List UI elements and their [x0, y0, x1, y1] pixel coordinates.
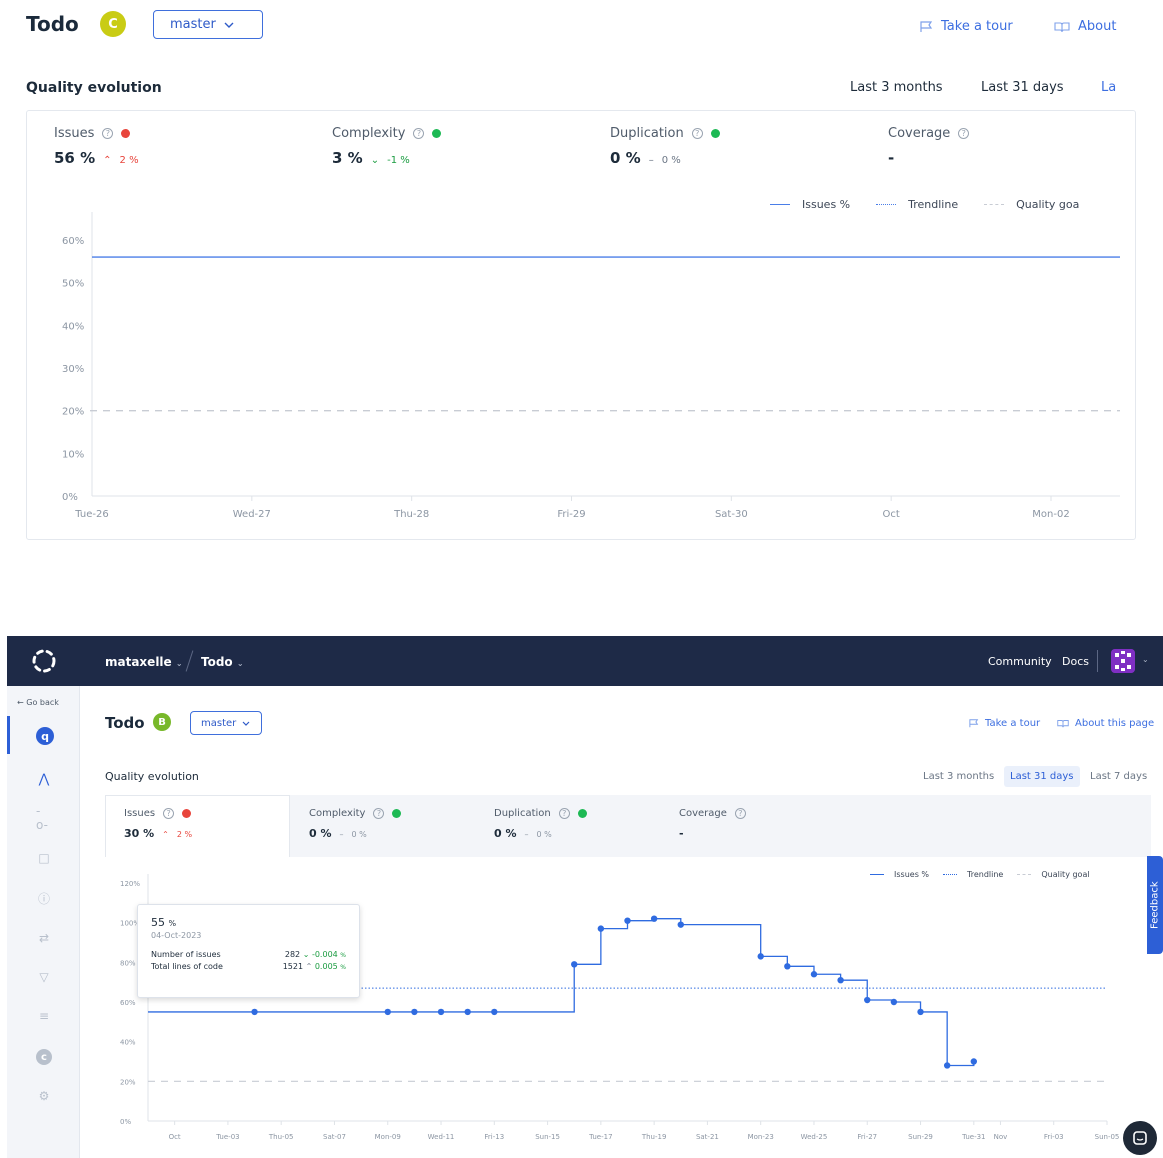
x-tick-label: Tue-31	[961, 1133, 985, 1141]
x-tick-label: Thu-05	[268, 1133, 294, 1141]
x-tick-label: Sun-05	[1095, 1133, 1120, 1141]
data-point	[411, 1008, 418, 1016]
data-point	[810, 971, 818, 978]
tooltip-row-value: 1521	[282, 962, 304, 971]
x-tick-label: Wed-25	[801, 1133, 828, 1141]
data-point	[624, 917, 631, 924]
tooltip-row-delta: 0.005	[314, 962, 338, 971]
y-tick-label: 30%	[62, 364, 84, 375]
delta-down-icon: ⌄	[300, 950, 312, 959]
tooltip-row-values: 1521 ⌃ 0.005 %	[283, 962, 346, 971]
data-point	[890, 998, 898, 1006]
tooltip-row-value: 282	[284, 950, 301, 959]
data-point	[597, 925, 605, 932]
bottom-panel: mataxelle ⌄ Todo ⌄ Community Docs ⌄ ← Go…	[7, 636, 1163, 1158]
data-point	[464, 1008, 471, 1016]
x-tick-label: Thu-28	[393, 509, 429, 520]
tooltip-row: Number of issues 282 ⌄ -0.004 %	[151, 950, 346, 959]
tooltip-row: Total lines of code 1521 ⌃ 0.005 %	[151, 962, 346, 971]
x-tick-label: Sat-30	[715, 509, 748, 520]
x-tick-label: Fri-29	[557, 509, 585, 520]
chart-tooltip: 55 % 04-Oct-2023 Number of issues 282 ⌄ -…	[137, 904, 360, 998]
y-tick-label: 120%	[120, 880, 140, 888]
tooltip-date: 04-Oct-2023	[151, 931, 202, 940]
tooltip-row-label: Total lines of code	[151, 962, 223, 971]
x-tick-label: Sun-15	[535, 1133, 560, 1141]
x-tick-label: Sat-07	[323, 1133, 346, 1141]
x-tick-label: Nov	[994, 1133, 1008, 1141]
data-point	[677, 921, 684, 928]
x-tick-label: Mon-02	[1032, 509, 1069, 520]
x-tick-label: Wed-27	[233, 509, 271, 520]
x-tick-label: Oct	[169, 1133, 181, 1141]
data-point	[970, 1058, 978, 1065]
x-tick-label: Mon-23	[748, 1133, 774, 1141]
data-point	[491, 1008, 498, 1016]
data-point	[757, 953, 764, 960]
quality-chart-bottom: 0%20%40%60%80%100%120%Oct Tue-03 Thu-05 Sat…	[120, 874, 1120, 1141]
tooltip-unit: %	[168, 919, 177, 928]
y-tick-label: 10%	[62, 449, 84, 460]
y-tick-label: 80%	[120, 959, 136, 967]
x-tick-label: Fri-03	[1044, 1133, 1064, 1141]
tooltip-row-label: Number of issues	[151, 950, 221, 959]
data-point	[437, 1008, 445, 1016]
x-tick-label: Sat-21	[696, 1133, 719, 1141]
x-tick-label: Fri-27	[857, 1133, 877, 1141]
data-point	[784, 963, 791, 970]
y-tick-label: 50%	[62, 279, 84, 290]
chat-icon	[1133, 1131, 1147, 1145]
data-point	[650, 915, 658, 922]
y-tick-label: 20%	[120, 1078, 136, 1086]
data-point	[917, 1008, 924, 1016]
y-tick-label: 40%	[120, 1039, 136, 1047]
feedback-tab[interactable]: Feedback	[1147, 856, 1163, 954]
y-tick-label: 40%	[62, 321, 84, 332]
y-tick-label: 60%	[120, 999, 136, 1007]
x-tick-label: Tue-26	[74, 509, 108, 520]
x-tick-label: Tue-17	[588, 1133, 612, 1141]
y-tick-label: 0%	[120, 1118, 131, 1126]
data-point	[571, 961, 578, 968]
x-tick-label: Wed-11	[428, 1133, 455, 1141]
tooltip-row-values: 282 ⌄ -0.004 %	[285, 950, 346, 959]
data-point	[251, 1008, 258, 1016]
top-panel: Todo C master Take a tour About Quality …	[0, 0, 1163, 560]
data-point	[837, 976, 844, 984]
x-tick-label: Thu-19	[641, 1133, 667, 1141]
y-tick-label: 20%	[62, 407, 84, 418]
y-tick-label: 60%	[62, 236, 84, 247]
x-tick-label: Mon-09	[375, 1133, 401, 1141]
x-tick-label: Sun-29	[908, 1133, 933, 1141]
tooltip-row-unit: %	[340, 952, 346, 959]
tooltip-row-delta: -0.004	[311, 950, 338, 959]
tooltip-value: 55	[151, 916, 165, 929]
data-point	[864, 996, 871, 1004]
x-tick-label: Oct	[883, 509, 900, 520]
data-point	[384, 1008, 391, 1016]
tooltip-row-unit: %	[340, 964, 346, 971]
data-point	[943, 1062, 951, 1069]
chat-button[interactable]	[1123, 1121, 1157, 1155]
x-tick-label: Fri-13	[484, 1133, 504, 1141]
delta-up-icon: ⌃	[303, 962, 315, 971]
y-tick-label: 0%	[62, 492, 78, 503]
quality-chart-top: 0% 10% 20% 30% 40% 50% 60% Tue-26 Wed-27 Thu-28 Fr…	[62, 212, 1120, 520]
x-tick-label: Tue-03	[215, 1133, 239, 1141]
